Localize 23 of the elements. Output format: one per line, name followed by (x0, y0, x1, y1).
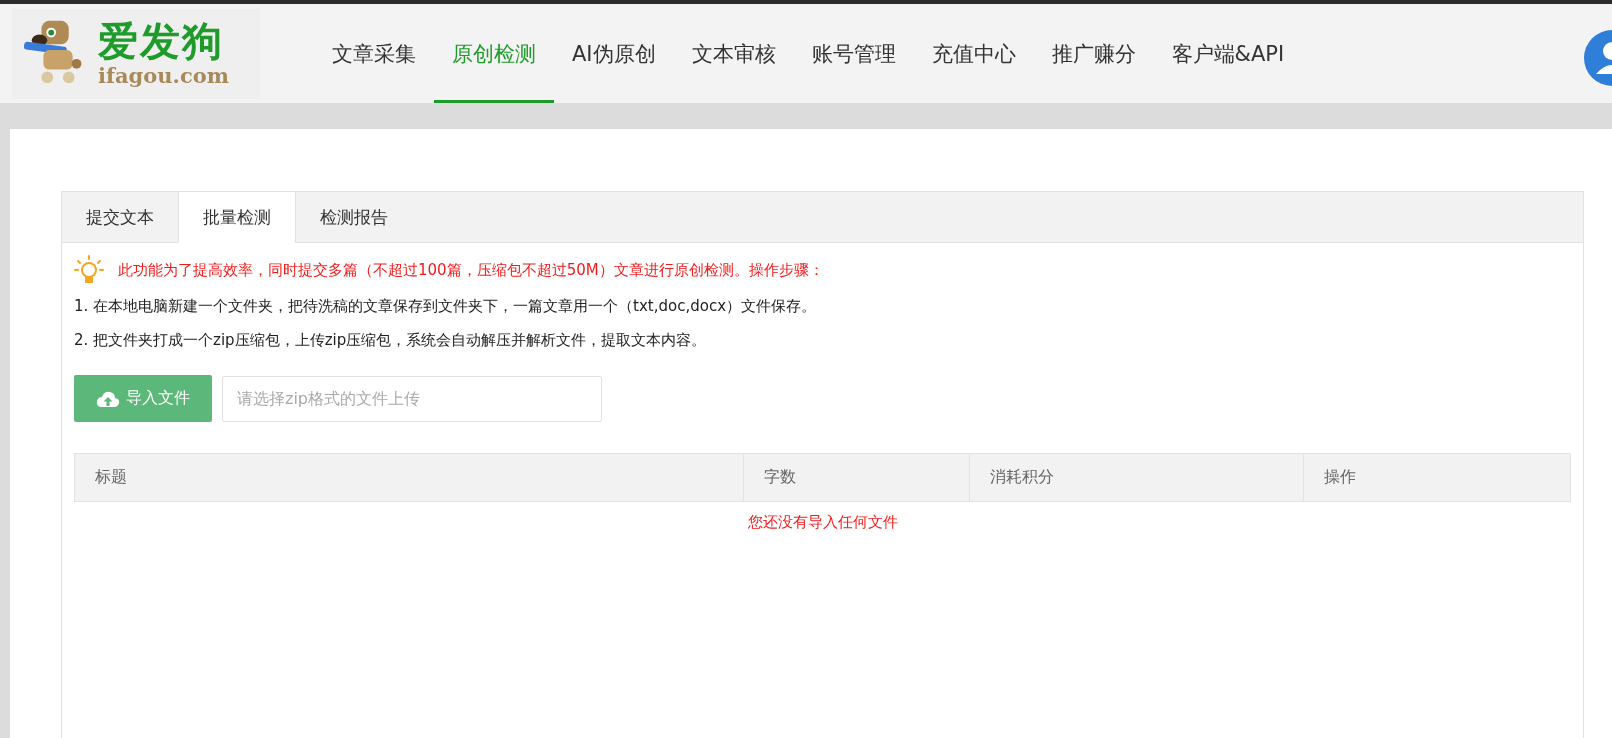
empty-message: 您还没有导入任何文件 (747, 513, 898, 531)
column-header: 消耗积分 (969, 453, 1304, 502)
column-header: 标题 (74, 453, 744, 502)
nav-link[interactable]: 客户端&API (1153, 4, 1303, 103)
nav-link[interactable]: 推广赚分 (1033, 4, 1154, 103)
nav-link[interactable]: 充值中心 (913, 4, 1034, 103)
nav-link[interactable]: 账号管理 (793, 4, 914, 103)
instruction-step: 1. 在本地电脑新建一个文件夹，把待洗稿的文章保存到文件夹下，一篇文章用一个（txt,doc,docx）文件保存。 (74, 293, 1571, 319)
tab[interactable]: 提交文本 (62, 192, 178, 243)
nav-link[interactable]: AI伪原创 (554, 4, 674, 103)
nav-link[interactable]: 文本审核 (673, 4, 794, 103)
logo-title: 爱发狗 (98, 21, 225, 61)
instruction-step: 2. 把文件夹打成一个zip压缩包，上传zip压缩包，系统会自动解压并解析文件，提取文本内容。 (74, 327, 1571, 353)
notice-text: 此功能为了提高效率，同时提交多篇（不超过100篇，压缩包不超过50M）文章进行原创检测。操作步骤： (118, 260, 824, 280)
file-path-field[interactable]: 请选择zip格式的文件上传 (222, 375, 602, 422)
column-header: 字数 (743, 453, 970, 502)
cloud-upload-icon (96, 389, 120, 408)
lightbulb-icon (74, 255, 104, 285)
column-header: 操作 (1303, 453, 1571, 502)
logo-domain: ifagou.com (98, 65, 229, 86)
nav-link[interactable]: 文章采集 (314, 4, 434, 103)
tab[interactable]: 批量检测 (178, 192, 296, 243)
tab[interactable]: 检测报告 (296, 192, 412, 243)
